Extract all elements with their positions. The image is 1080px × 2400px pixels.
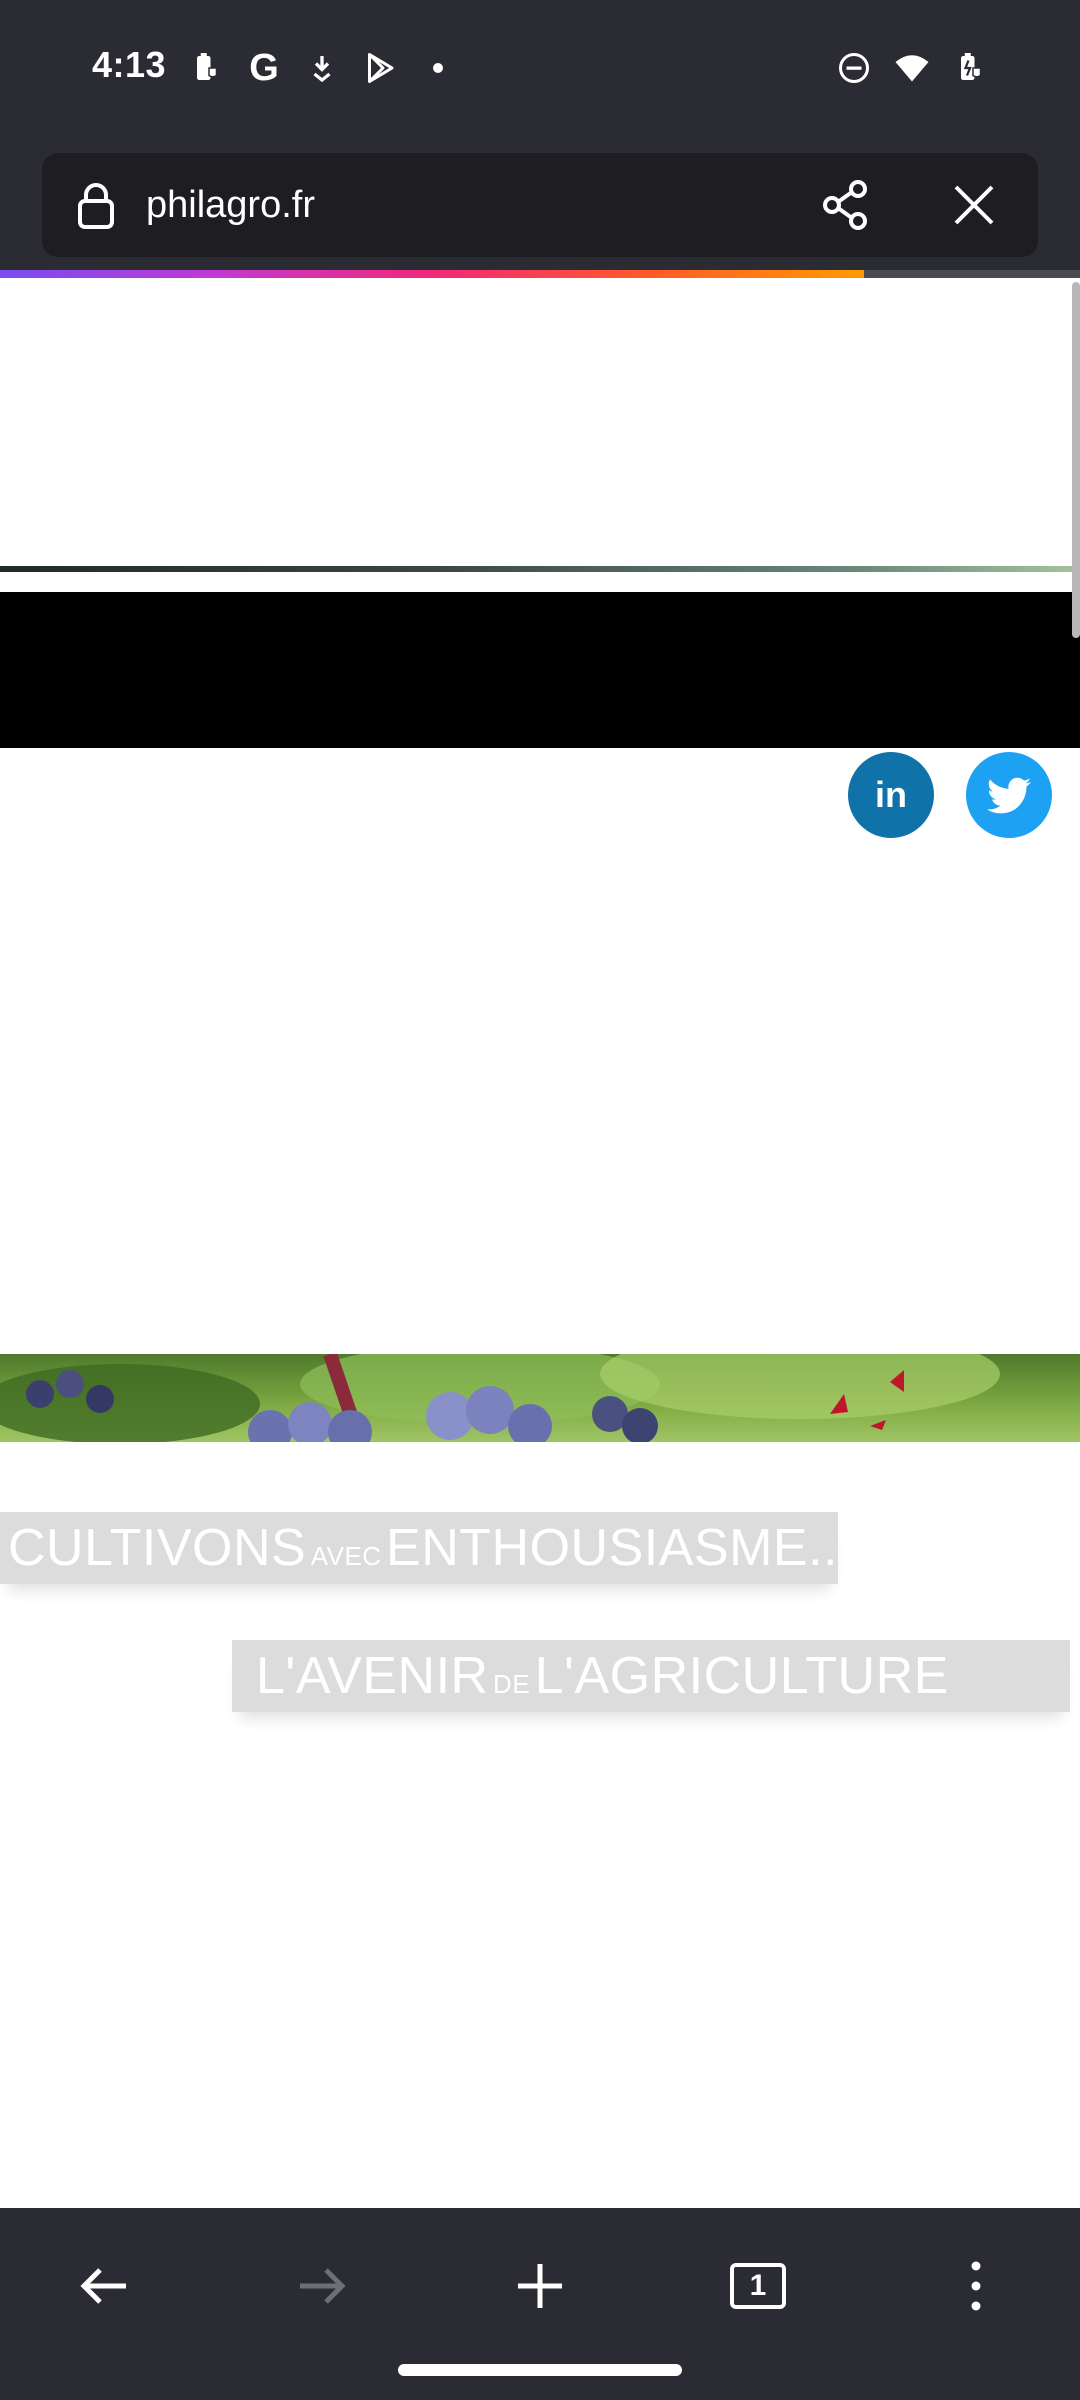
grapes-illustration bbox=[0, 1354, 1000, 1442]
menu-button[interactable] bbox=[940, 2250, 1012, 2322]
header-divider bbox=[0, 566, 1080, 572]
tabs-button[interactable]: 1 bbox=[722, 2250, 794, 2322]
do-not-disturb-icon bbox=[836, 50, 872, 86]
page-load-progress-fill bbox=[0, 270, 864, 278]
download-icon bbox=[304, 50, 340, 86]
slogan-line-2-part-2: L'AGRICULTURE bbox=[534, 1647, 949, 1705]
twitter-icon bbox=[987, 777, 1031, 814]
slogan-line-2-small: DE bbox=[493, 1669, 531, 1699]
forward-icon bbox=[300, 2268, 346, 2304]
status-icons-left: G bbox=[188, 48, 456, 88]
twitter-button[interactable] bbox=[966, 752, 1052, 838]
slogan-line-2-part-1: L'AVENIR bbox=[256, 1647, 489, 1705]
linkedin-icon: in bbox=[875, 774, 907, 815]
page-scrollbar[interactable] bbox=[1072, 282, 1080, 638]
status-time: 4:13 bbox=[92, 44, 167, 85]
close-icon[interactable] bbox=[946, 177, 1002, 233]
new-tab-button[interactable] bbox=[504, 2250, 576, 2322]
browser-toolbar: philagro.fr bbox=[0, 140, 1080, 270]
status-icons-right bbox=[836, 48, 988, 88]
lock-icon[interactable] bbox=[70, 179, 122, 231]
back-button[interactable] bbox=[68, 2250, 140, 2322]
slogan-line-1-part-2: ENTHOUSIASME... bbox=[386, 1519, 853, 1577]
url-text[interactable]: philagro.fr bbox=[146, 179, 315, 231]
forward-button[interactable] bbox=[286, 2250, 358, 2322]
url-bar[interactable]: philagro.fr bbox=[42, 153, 1038, 257]
slogan-line-1: CULTIVONS AVEC ENTHOUSIASME... bbox=[0, 1512, 852, 1584]
slogan-line-1-part-1: CULTIVONS bbox=[8, 1519, 307, 1577]
share-icon[interactable] bbox=[818, 177, 874, 233]
grapes-banner-image bbox=[0, 1354, 1080, 1442]
web-content: in CULTIVONS AVEC ENTHOUSIASME... L'AVEN… bbox=[0, 278, 1080, 2208]
battery-saver-icon bbox=[188, 50, 224, 86]
new-tab-icon bbox=[518, 2264, 562, 2308]
linkedin-button[interactable]: in bbox=[848, 752, 934, 838]
back-icon bbox=[80, 2268, 126, 2304]
menu-icon bbox=[971, 2261, 981, 2311]
page-load-progress bbox=[0, 270, 1080, 278]
play-store-icon bbox=[362, 50, 398, 86]
slogan-line-1-small: AVEC bbox=[310, 1541, 382, 1571]
notification-dot-icon bbox=[420, 50, 456, 86]
home-indicator[interactable] bbox=[398, 2364, 682, 2376]
google-icon: G bbox=[246, 47, 282, 89]
battery-charging-icon bbox=[952, 50, 988, 86]
google-letter: G bbox=[249, 47, 279, 89]
status-bar: 4:13 G bbox=[0, 0, 1080, 140]
slogan-line-2: L'AVENIR DE L'AGRICULTURE bbox=[232, 1640, 1070, 1712]
header-black-band bbox=[0, 592, 1080, 748]
bottom-navigation: 1 bbox=[0, 2208, 1080, 2400]
wifi-icon bbox=[894, 50, 930, 86]
tabs-icon: 1 bbox=[730, 2263, 786, 2309]
